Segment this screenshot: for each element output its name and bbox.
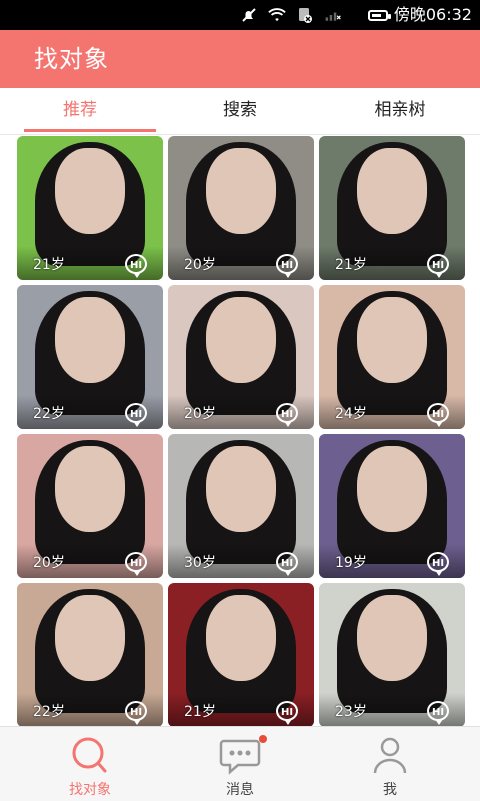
nav-find-partner[interactable]: 找对象 bbox=[10, 727, 170, 801]
profile-grid: 21岁 HI 20岁 HI 21岁 HI 22岁 HI 20岁 HI 24岁 H… bbox=[17, 136, 465, 726]
time-label: 傍晚06:32 bbox=[393, 5, 472, 24]
profile-card[interactable]: 23岁 HI bbox=[319, 583, 465, 726]
page-title: 找对象 bbox=[34, 45, 109, 73]
profile-card[interactable]: 22岁 HI bbox=[17, 583, 163, 726]
profile-age: 22岁 bbox=[33, 406, 65, 422]
profile-age: 20岁 bbox=[184, 257, 216, 273]
profile-age: 19岁 bbox=[335, 555, 367, 571]
say-hi-icon[interactable]: HI bbox=[276, 254, 298, 278]
nav-label: 我 bbox=[383, 782, 397, 798]
say-hi-icon[interactable]: HI bbox=[276, 701, 298, 725]
profile-card[interactable]: 22岁 HI bbox=[17, 285, 163, 429]
battery-icon bbox=[367, 9, 391, 21]
say-hi-icon[interactable]: HI bbox=[427, 403, 449, 427]
tab-matchmaking-tree[interactable]: 相亲树 bbox=[320, 88, 480, 134]
sim-card-icon bbox=[296, 6, 314, 24]
unread-badge bbox=[259, 735, 267, 743]
profile-age: 21岁 bbox=[33, 257, 65, 273]
chat-bubble-icon bbox=[219, 739, 261, 775]
profile-card[interactable]: 20岁 HI bbox=[168, 285, 314, 429]
profile-card[interactable]: 19岁 HI bbox=[319, 434, 465, 578]
profile-age: 21岁 bbox=[335, 257, 367, 273]
say-hi-icon[interactable]: HI bbox=[427, 552, 449, 576]
profile-card[interactable]: 24岁 HI bbox=[319, 285, 465, 429]
profile-card[interactable]: 21岁 HI bbox=[168, 583, 314, 726]
say-hi-icon[interactable]: HI bbox=[125, 701, 147, 725]
profile-age: 23岁 bbox=[335, 704, 367, 720]
say-hi-icon[interactable]: HI bbox=[427, 701, 449, 725]
profile-card[interactable]: 30岁 HI bbox=[168, 434, 314, 578]
tab-label: 相亲树 bbox=[374, 100, 426, 120]
status-bar: 傍晚06:32 bbox=[0, 0, 480, 30]
profile-age: 20岁 bbox=[184, 406, 216, 422]
profile-age: 21岁 bbox=[184, 704, 216, 720]
say-hi-icon[interactable]: HI bbox=[276, 403, 298, 427]
tab-label: 搜索 bbox=[223, 100, 257, 120]
profile-card[interactable]: 20岁 HI bbox=[168, 136, 314, 280]
profile-age: 30岁 bbox=[184, 555, 216, 571]
tab-recommend[interactable]: 推荐 bbox=[0, 88, 160, 134]
tab-label: 推荐 bbox=[63, 100, 97, 120]
status-time: 傍晚06:32 bbox=[367, 4, 472, 26]
say-hi-icon[interactable]: HI bbox=[125, 254, 147, 278]
profile-card[interactable]: 21岁 HI bbox=[17, 136, 163, 280]
nav-label: 找对象 bbox=[69, 782, 111, 798]
search-icon bbox=[72, 737, 107, 773]
profile-card[interactable]: 20岁 HI bbox=[17, 434, 163, 578]
wifi-icon bbox=[268, 6, 286, 24]
status-icons bbox=[240, 6, 342, 24]
say-hi-icon[interactable]: HI bbox=[276, 552, 298, 576]
nav-me[interactable]: 我 bbox=[310, 727, 470, 801]
person-icon bbox=[373, 737, 407, 774]
profile-card[interactable]: 21岁 HI bbox=[319, 136, 465, 280]
tab-bar: 推荐 搜索 相亲树 bbox=[0, 88, 480, 135]
nav-messages[interactable]: 消息 bbox=[160, 727, 320, 801]
profile-age: 20岁 bbox=[33, 555, 65, 571]
say-hi-icon[interactable]: HI bbox=[125, 403, 147, 427]
profile-age: 22岁 bbox=[33, 704, 65, 720]
mute-icon bbox=[240, 6, 258, 24]
nav-label: 消息 bbox=[226, 782, 254, 798]
say-hi-icon[interactable]: HI bbox=[125, 552, 147, 576]
say-hi-icon[interactable]: HI bbox=[427, 254, 449, 278]
tab-active-indicator bbox=[24, 129, 156, 132]
profile-age: 24岁 bbox=[335, 406, 367, 422]
bottom-nav: 找对象 消息 我 bbox=[0, 726, 480, 801]
tab-search[interactable]: 搜索 bbox=[160, 88, 320, 134]
app-header: 找对象 bbox=[0, 30, 480, 88]
signal-icon bbox=[324, 6, 342, 24]
